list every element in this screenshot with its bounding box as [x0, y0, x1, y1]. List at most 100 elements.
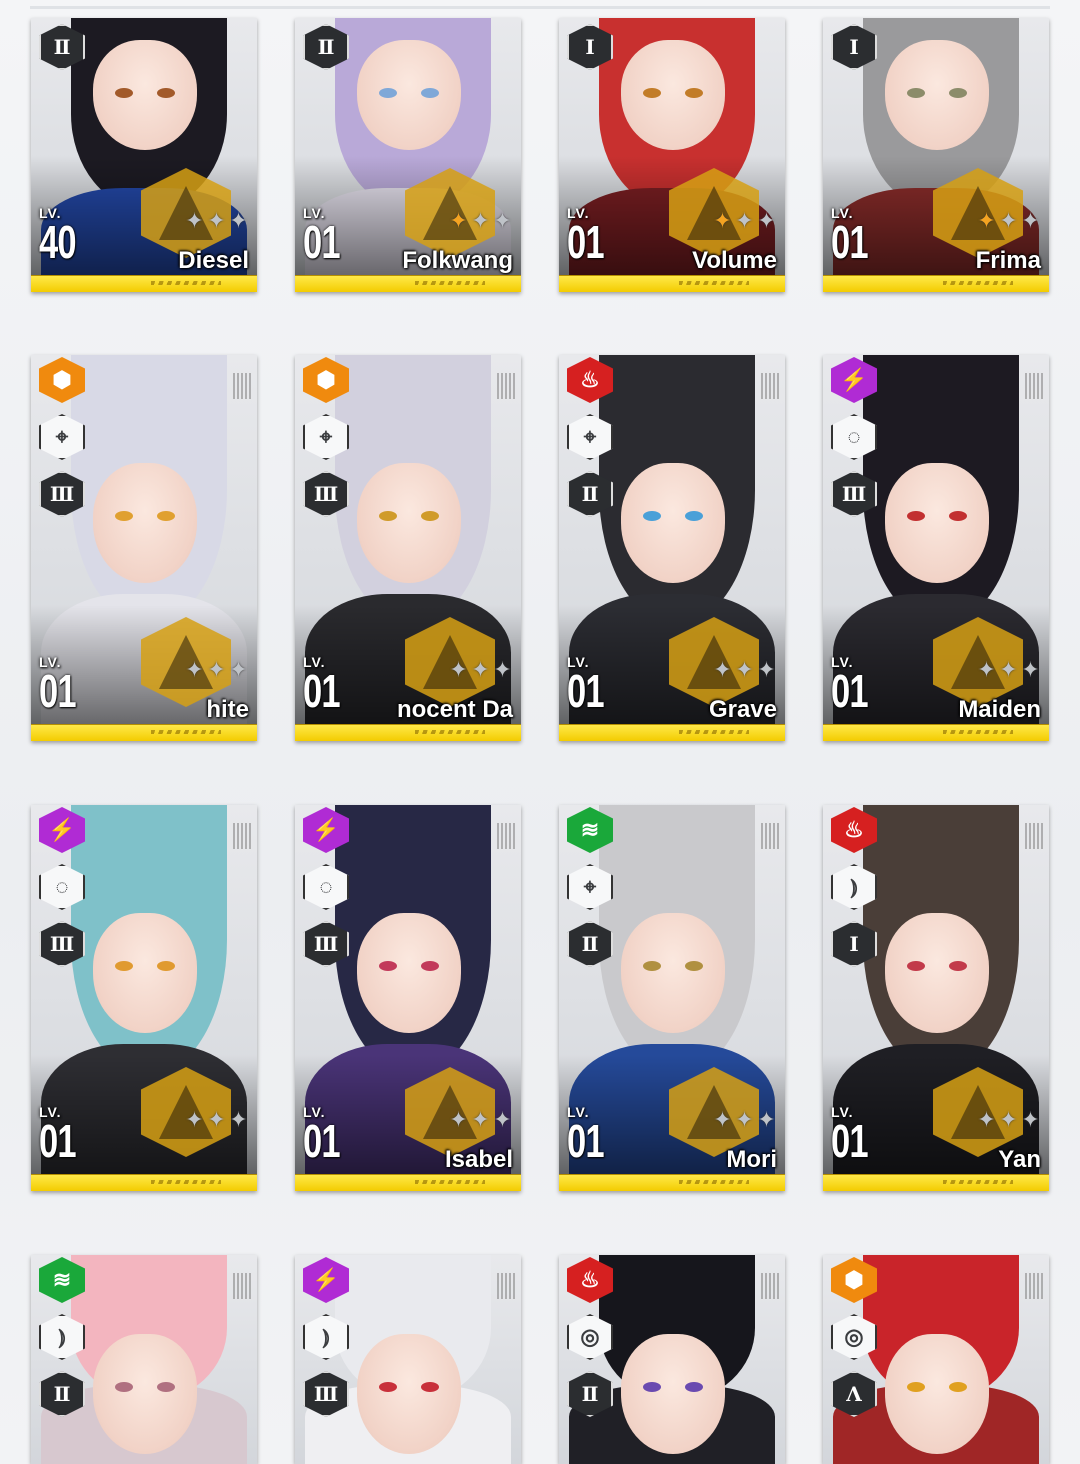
character-card[interactable]: ✦ ✦ ✦ LV. 01 Frima Ⅰ — [823, 18, 1049, 292]
character-card[interactable]: ✦ ✦ ✦ LV. 01 Grave ♨ ⌖ Ⅱ — [559, 355, 785, 741]
badge-column: ♨ ⦆ Ⅰ — [831, 807, 877, 967]
character-name: Yan — [998, 1146, 1041, 1173]
star-icon: ✦ — [713, 208, 732, 233]
star-icon: ✦ — [757, 1107, 776, 1132]
burst-tier-badge: Ⅲ — [39, 921, 85, 967]
level-value: 01 — [567, 665, 605, 717]
burst-tier-badge: Ⅰ — [567, 24, 613, 70]
star-icon: ✦ — [185, 208, 204, 233]
star-icon: ✦ — [977, 1107, 996, 1132]
electric-icon: ⚡ — [831, 357, 877, 403]
fire-icon: ♨ — [567, 1257, 613, 1303]
brackets-icon: ⦆ — [39, 1314, 85, 1360]
fire-icon: ♨ — [831, 807, 877, 853]
badge-column: ≋ ⌖ Ⅱ — [567, 807, 613, 967]
star-icon: ✦ — [757, 657, 776, 682]
character-card[interactable]: ⚡ ⦆ Ⅲ — [295, 1255, 521, 1464]
level-bar — [559, 275, 785, 292]
badge-column: ⬢ ◎ Λ — [831, 1257, 877, 1417]
character-card[interactable]: ✦ ✦ ✦ LV. 01 Mori ≋ ⌖ Ⅱ — [559, 805, 785, 1191]
brackets-icon: ⦆ — [831, 864, 877, 910]
burst-all-icon: Λ — [831, 1371, 877, 1417]
badge-column: ⬢ ⌖ Ⅲ — [303, 357, 349, 517]
badge-column: Ⅱ — [39, 24, 85, 70]
character-card[interactable]: ♨ ◎ Ⅱ — [559, 1255, 785, 1464]
star-icon: ✦ — [1021, 657, 1040, 682]
burst-tier-badge: Ⅱ — [567, 471, 613, 517]
character-card[interactable]: ✦ ✦ ✦ LV. 01 Yan ♨ ⦆ Ⅰ — [823, 805, 1049, 1191]
level-display: LV. 01 — [567, 206, 616, 265]
level-bar — [31, 275, 257, 292]
fire-icon: ♨ — [567, 357, 613, 403]
burst-tier-badge: Ⅰ — [831, 24, 877, 70]
level-bar — [559, 1174, 785, 1191]
star-icon: ✦ — [999, 208, 1018, 233]
character-card[interactable]: ✦ ✦ ✦ LV. 01 Volume Ⅰ — [559, 18, 785, 292]
iron-icon: ⬢ — [831, 1257, 877, 1303]
level-display: LV. 01 — [831, 206, 880, 268]
star-rating: ✦ ✦ ✦ — [712, 1107, 777, 1132]
character-card[interactable]: ✦ ✦ ✦ LV. 01 Maiden ⚡ ◌ Ⅲ — [823, 355, 1049, 741]
electric-icon: ⚡ — [303, 1257, 349, 1303]
character-card[interactable]: ⬢ ◎ Λ — [823, 1255, 1049, 1464]
dotted-circle-icon: ◌ — [303, 864, 349, 910]
electric-icon: ⚡ — [303, 807, 349, 853]
character-card[interactable]: ✦ ✦ ✦ LV. 01 Folkwang Ⅱ — [295, 18, 521, 292]
character-name: Frima — [975, 247, 1041, 274]
level-display: LV. 01 — [567, 655, 616, 717]
star-icon: ✦ — [493, 1107, 512, 1132]
level-display: LV. 01 — [39, 1105, 88, 1167]
badge-column: ≋ ⦆ Ⅱ — [39, 1257, 85, 1417]
level-bar — [823, 1174, 1049, 1191]
burst-tier-badge: Ⅱ — [39, 24, 85, 70]
star-icon: ✦ — [735, 208, 754, 233]
badge-column: Ⅰ — [831, 24, 877, 70]
character-card[interactable]: ≋ ⦆ Ⅱ — [31, 1255, 257, 1464]
character-card[interactable]: ✦ ✦ ✦ LV. 01 Isabel ⚡ ◌ Ⅲ — [295, 805, 521, 1191]
level-bar — [823, 275, 1049, 292]
star-icon: ✦ — [977, 657, 996, 682]
star-rating: ✦ ✦ ✦ — [448, 657, 513, 682]
star-icon: ✦ — [207, 1107, 226, 1132]
star-icon: ✦ — [713, 657, 732, 682]
level-value: 01 — [39, 1115, 77, 1167]
wind-icon: ≋ — [567, 807, 613, 853]
character-name: Volume — [692, 247, 777, 274]
star-icon: ✦ — [207, 657, 226, 682]
brackets-icon: ⦆ — [303, 1314, 349, 1360]
star-rating: ✦ ✦ ✦ — [448, 1107, 513, 1132]
level-display: LV. 01 — [567, 1105, 616, 1164]
level-bar — [31, 1174, 257, 1191]
character-card[interactable]: ✦ ✦ ✦ LV. 01 nocent Da ⬢ ⌖ Ⅲ — [295, 355, 521, 741]
character-card[interactable]: ✦ ✦ ✦ LV. 01 ⚡ ◌ Ⅲ — [31, 805, 257, 1191]
level-value: 01 — [831, 216, 869, 268]
star-rating: ✦ ✦ ✦ — [976, 657, 1041, 682]
star-rating: ✦ ✦ ✦ — [712, 657, 777, 682]
dotted-circle-icon: ◌ — [39, 864, 85, 910]
badge-column: Ⅱ — [303, 24, 349, 70]
star-icon: ✦ — [449, 657, 468, 682]
level-bar — [31, 724, 257, 741]
burst-tier-badge: Ⅱ — [567, 1371, 613, 1417]
star-rating: ✦ ✦ ✦ — [184, 1107, 249, 1132]
level-display: LV. 01 — [303, 1105, 352, 1164]
character-card[interactable]: ✦ ✦ ✦ LV. 40 Diesel Ⅱ — [31, 18, 257, 292]
level-bar — [295, 1174, 521, 1191]
burst-tier-badge: Ⅱ — [39, 1371, 85, 1417]
iron-icon: ⬢ — [39, 357, 85, 403]
burst-tier-badge: Ⅱ — [567, 921, 613, 967]
star-icon: ✦ — [449, 208, 468, 233]
star-rating: ✦ ✦ ✦ — [976, 1107, 1041, 1132]
star-icon: ✦ — [229, 1107, 248, 1132]
star-rating: ✦ ✦ ✦ — [712, 208, 777, 233]
star-icon: ✦ — [471, 208, 490, 233]
level-value: 01 — [831, 1115, 869, 1167]
star-icon: ✦ — [185, 657, 204, 682]
burst-tier-badge: Ⅰ — [831, 921, 877, 967]
character-name: Maiden — [958, 696, 1041, 723]
level-display: LV. 01 — [831, 1105, 880, 1167]
character-card[interactable]: ✦ ✦ ✦ LV. 01 hite ⬢ ⌖ Ⅲ — [31, 355, 257, 741]
level-value: 01 — [831, 665, 869, 717]
star-icon: ✦ — [471, 657, 490, 682]
level-display: LV. 01 — [303, 655, 352, 714]
